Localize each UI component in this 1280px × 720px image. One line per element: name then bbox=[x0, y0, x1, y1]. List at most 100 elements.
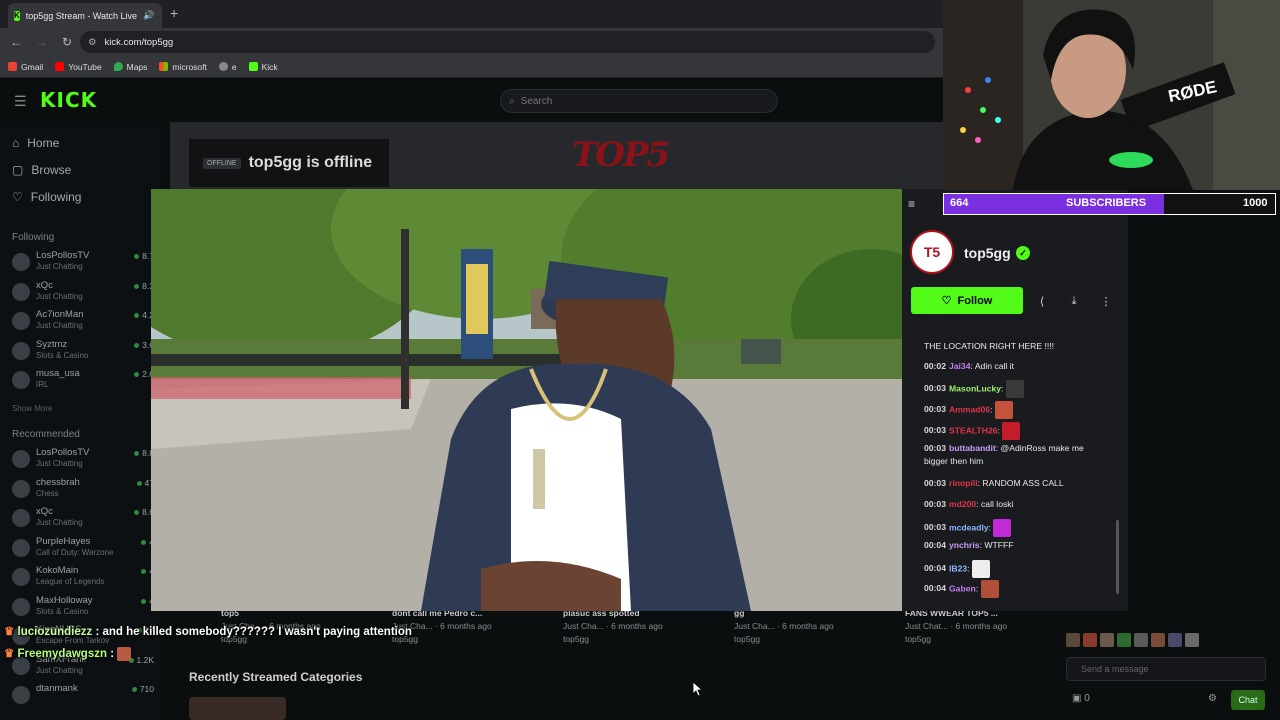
search-icon: ⌕ bbox=[509, 95, 515, 107]
sidebar-channel-purplehayes[interactable]: PurpleHayesCall of Duty: Warzone4 bbox=[12, 536, 160, 564]
chat-text: @AdinRoss make me bigger then him bbox=[924, 443, 1084, 466]
address-bar[interactable]: ⚙ kick.com/top5gg bbox=[80, 31, 935, 53]
chat-scrollbar[interactable] bbox=[1116, 520, 1119, 594]
bookmark-youtube[interactable]: YouTube bbox=[55, 61, 102, 72]
sidebar-channel-chessbrah[interactable]: chessbrah Chess 47 bbox=[12, 477, 160, 505]
live-dot-icon bbox=[134, 451, 140, 456]
nav-following[interactable]: ♡ Following bbox=[12, 190, 81, 204]
stream-video[interactable] bbox=[151, 189, 902, 611]
live-dot-icon bbox=[141, 539, 147, 545]
chat-username[interactable]: rinopili bbox=[949, 478, 978, 488]
channel-name: Ac7ionMan bbox=[36, 309, 84, 320]
chat-username[interactable]: ynchris bbox=[949, 540, 980, 550]
new-tab-button[interactable]: + bbox=[170, 5, 178, 21]
chat-username[interactable]: Ammad06 bbox=[949, 404, 990, 414]
sidebar-channel-dtanmank[interactable]: dtanmank 710 bbox=[12, 683, 160, 711]
globe-icon bbox=[218, 62, 228, 71]
channel-avatar bbox=[12, 282, 30, 301]
gmail-icon bbox=[8, 62, 17, 71]
emote-icon[interactable] bbox=[1185, 633, 1199, 647]
chat-text: THE LOCATION RIGHT HERE !!!! bbox=[924, 341, 1055, 351]
viewer-count-value: 1.2K bbox=[136, 654, 155, 665]
sidebar-channel-xqc[interactable]: xQc Just Chatting 8.6 bbox=[12, 506, 160, 534]
viewer-count: 710 bbox=[131, 684, 154, 694]
channel-avatar[interactable]: T5 bbox=[910, 230, 954, 274]
emote-icon[interactable] bbox=[1117, 633, 1131, 647]
bookmark-maps[interactable]: Maps bbox=[113, 62, 147, 72]
emote-icon[interactable] bbox=[1066, 633, 1080, 647]
sidebar-channel-lospollostv[interactable]: LosPollosTV Just Chatting 8.8 bbox=[12, 447, 160, 475]
points-icon[interactable]: ▣ 0 bbox=[1072, 693, 1090, 704]
emote-icon[interactable] bbox=[1151, 633, 1165, 647]
chat-username[interactable]: mcdeadly bbox=[949, 522, 989, 532]
sidebar-channel-ac7ionman[interactable]: Ac7ionMan Just Chatting 4.2 bbox=[12, 309, 160, 337]
reload-icon[interactable]: ↻ bbox=[62, 35, 72, 49]
category-thumbnail[interactable] bbox=[189, 697, 286, 720]
bookmark-microsoft[interactable]: microsoft bbox=[159, 62, 207, 72]
show-more-link[interactable]: Show More bbox=[12, 404, 52, 413]
chat-message-input[interactable]: Send a message bbox=[1066, 657, 1266, 681]
menu-icon[interactable]: ☰ bbox=[14, 93, 27, 110]
chat-username[interactable]: Jai34 bbox=[949, 361, 971, 371]
nav-browse[interactable]: ▢ Browse bbox=[12, 163, 71, 177]
live-dot-icon bbox=[134, 283, 140, 289]
emote-icon[interactable] bbox=[1134, 633, 1148, 647]
chat-username[interactable]: md200 bbox=[949, 499, 976, 509]
sidebar-channel-maxholloway[interactable]: MaxHollowaySlots & Casino4 bbox=[12, 595, 160, 623]
past-video-card[interactable]: plasuc ass spotted Just Cha... · 6 months… bbox=[535, 608, 663, 644]
sidebar-channel-xqc[interactable]: xQc Just Chatting 8.3 bbox=[12, 280, 160, 308]
past-video-card[interactable]: gg Just Cha... · 6 months ago top5gg bbox=[706, 608, 834, 644]
overlay-text: : and he killed somebody?????? I wasn't … bbox=[92, 626, 412, 638]
browse-icon: ▢ bbox=[12, 163, 24, 177]
download-icon[interactable]: ⤓ bbox=[1063, 290, 1085, 312]
sidebar-channel-syztmz[interactable]: Syztmz Slots & Casino 3.6 bbox=[12, 339, 160, 367]
nav-home[interactable]: ⌂ Home bbox=[12, 136, 59, 150]
offline-box: OFFLINE top5gg is offline bbox=[189, 139, 389, 187]
speaker-icon[interactable]: 🔊 bbox=[143, 10, 154, 21]
chat-message: 00:04 ynchris: WTFFF bbox=[924, 539, 1110, 552]
chat-username[interactable]: MasonLucky bbox=[949, 383, 1001, 393]
bookmark-label: YouTube bbox=[68, 61, 102, 72]
sidebar-channel-kokomain[interactable]: KokoMainLeague of Legends4 bbox=[12, 565, 160, 593]
browser-tab[interactable]: K top5gg Stream - Watch Live 🔊 ✕ bbox=[8, 3, 162, 28]
kick-logo[interactable]: KICK bbox=[40, 88, 97, 112]
chat-username[interactable]: STEALTH26 bbox=[949, 425, 998, 435]
channel-avatar bbox=[12, 509, 30, 527]
microsoft-icon bbox=[159, 62, 169, 71]
channel-name[interactable]: top5gg bbox=[964, 245, 1011, 261]
sidebar-channel-musa_usa[interactable]: musa_usa IRL 2.6 bbox=[12, 368, 160, 396]
bookmark-gmail[interactable]: Gmail bbox=[8, 62, 43, 72]
sidebar-channel-lospollostv[interactable]: LosPollosTV Just Chatting 8.7 bbox=[12, 250, 160, 278]
video-channel: top5gg bbox=[905, 634, 931, 644]
follow-button[interactable]: ♡ Follow bbox=[911, 287, 1023, 314]
emote-icon[interactable] bbox=[1168, 633, 1182, 647]
past-video-card[interactable]: FANS WWEAR TOP5 ... Just Chat... · 6 mont… bbox=[877, 608, 1007, 644]
back-icon[interactable]: ← bbox=[10, 35, 22, 49]
channel-category: Just Chatting bbox=[36, 459, 83, 468]
search-input[interactable]: ⌕ Search bbox=[500, 89, 778, 113]
overlay-text: : bbox=[107, 648, 118, 660]
collapse-chat-icon[interactable]: ≡ bbox=[908, 197, 915, 211]
channel-avatar bbox=[12, 341, 30, 360]
chat-send-button[interactable]: Chat bbox=[1231, 690, 1265, 710]
channel-name: Syztmz bbox=[36, 338, 68, 350]
live-dot-icon bbox=[136, 480, 142, 486]
bookmarks-bar: Gmail YouTube Maps microsoft e Kick bbox=[0, 56, 943, 78]
emote-icon[interactable] bbox=[1083, 633, 1097, 647]
chat-username[interactable]: IB23 bbox=[949, 563, 967, 573]
site-info-icon[interactable]: ⚙ bbox=[88, 37, 97, 48]
close-tab-icon[interactable]: ✕ bbox=[160, 9, 162, 22]
share-icon[interactable]: ⟨ bbox=[1031, 290, 1053, 312]
forward-icon[interactable]: → bbox=[36, 35, 48, 49]
live-dot-icon bbox=[134, 254, 140, 259]
settings-icon[interactable]: ⚙ bbox=[1208, 693, 1217, 704]
emote-icon[interactable] bbox=[1100, 633, 1114, 647]
nav-label: Following bbox=[30, 190, 82, 204]
chat-username[interactable]: Gaben bbox=[949, 583, 976, 593]
bookmark-e[interactable]: e bbox=[218, 62, 237, 72]
channel-category: Slots & Casino bbox=[36, 606, 89, 616]
bookmark-kick[interactable]: Kick bbox=[248, 62, 278, 72]
live-dot-icon bbox=[134, 342, 140, 348]
more-options-icon[interactable]: ⋮ bbox=[1095, 290, 1117, 312]
chat-username[interactable]: buttabandit bbox=[949, 443, 996, 453]
